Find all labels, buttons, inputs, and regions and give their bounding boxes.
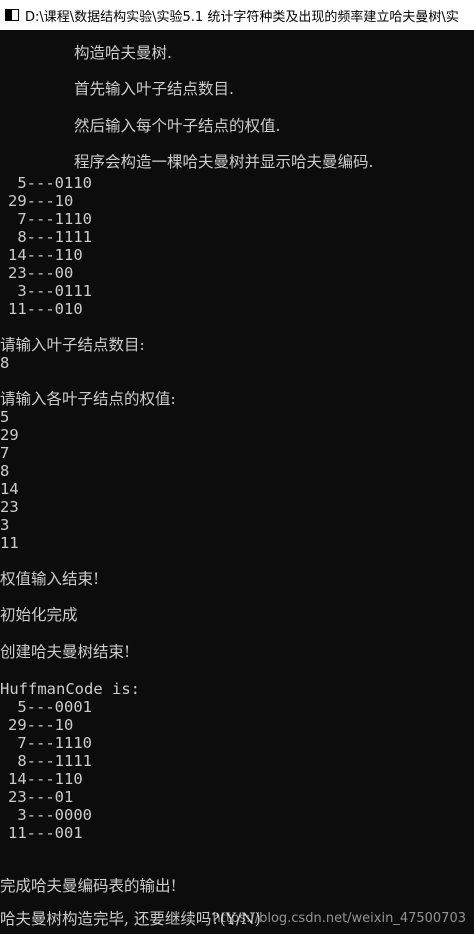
code-line: 7---1110: [8, 734, 92, 752]
huffman-code-header: HuffmanCode is:: [0, 680, 140, 698]
weight-value: 3: [0, 516, 10, 534]
code-line: 7---1110: [8, 210, 92, 228]
intro-line-1: 构造哈夫曼树.: [74, 44, 172, 62]
console-window-icon: [5, 9, 19, 21]
weight-value: 5: [0, 408, 10, 426]
code-line: 11---010: [8, 300, 83, 318]
prompt-leaf-count: 请输入叶子结点数目:: [0, 336, 145, 354]
weight-value: 29: [0, 426, 19, 444]
code-line: 11---001: [8, 824, 83, 842]
code-line: 14---110: [8, 770, 83, 788]
init-done-message: 初始化完成: [0, 606, 78, 624]
code-line: 5---0001: [8, 698, 92, 716]
code-line: 29---10: [8, 716, 74, 734]
weights-done-message: 权值输入结束!: [0, 570, 100, 588]
code-line: 3---0000: [8, 806, 92, 824]
code-line: 23---00: [8, 264, 74, 282]
code-line: 3---0111: [8, 282, 92, 300]
console-output: 构造哈夫曼树. 首先输入叶子结点数目. 然后输入每个叶子结点的权值. 程序会构造…: [0, 30, 474, 934]
weight-value: 7: [0, 444, 10, 462]
weight-value: 23: [0, 498, 19, 516]
intro-line-2: 首先输入叶子结点数目.: [74, 80, 234, 98]
code-line: 5---0110: [8, 174, 92, 192]
code-line: 14---110: [8, 246, 83, 264]
prompt-weights: 请输入各叶子结点的权值:: [0, 390, 176, 408]
weight-value: 11: [0, 534, 19, 552]
weight-value: 8: [0, 462, 10, 480]
code-line: 8---1111: [8, 228, 92, 246]
code-line: 23---01: [8, 788, 74, 806]
intro-line-4: 程序会构造一棵哈夫曼树并显示哈夫曼编码.: [74, 153, 374, 171]
output-done-message: 完成哈夫曼编码表的输出!: [0, 877, 177, 895]
weight-value: 14: [0, 480, 19, 498]
window-title: D:\课程\数据结构实验\实验5.1 统计字符种类及出现的频率建立哈夫曼树\实: [25, 9, 459, 25]
code-line: 8---1111: [8, 752, 92, 770]
window-title-bar[interactable]: D:\课程\数据结构实验\实验5.1 统计字符种类及出现的频率建立哈夫曼树\实: [0, 0, 474, 30]
code-line: 29---10: [8, 192, 74, 210]
tree-done-message: 创建哈夫曼树结束!: [0, 643, 131, 661]
leaf-count-value: 8: [0, 354, 10, 372]
watermark: https://blog.csdn.net/weixin_47500703: [212, 911, 466, 926]
intro-line-3: 然后输入每个叶子结点的权值.: [74, 117, 281, 135]
